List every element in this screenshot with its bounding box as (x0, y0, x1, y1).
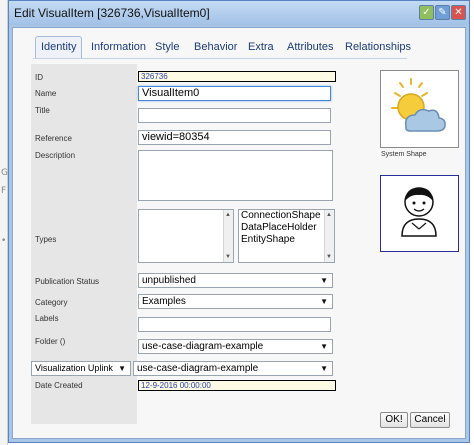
types-available-listbox[interactable]: ConnectionShape DataPlaceHolder EntitySh… (238, 209, 335, 263)
tab-identity[interactable]: Identity (35, 36, 83, 58)
tab-style[interactable]: Style (149, 36, 185, 58)
tab-attributes[interactable]: Attributes (281, 36, 339, 58)
avatar-preview[interactable] (380, 175, 459, 252)
visualization-uplink-select[interactable]: use-case-diagram-example ▼ (133, 361, 333, 376)
list-item[interactable]: DataPlaceHolder (239, 222, 334, 234)
edit-visualitem-dialog: Edit VisualItem [326736,VisualItem0] ✓ ✎… (8, 0, 470, 443)
list-item[interactable]: ConnectionShape (239, 210, 334, 222)
folder-value: use-case-diagram-example (142, 341, 264, 352)
description-label: Description (35, 151, 76, 160)
folder-label: Folder () (35, 337, 66, 346)
user-avatar-icon (401, 187, 437, 237)
publication-status-value: unpublished (142, 275, 196, 286)
date-created-label: Date Created (35, 381, 83, 390)
chevron-down-icon: ▼ (118, 364, 126, 373)
scrollbar[interactable]: ▲ ▼ (223, 210, 233, 262)
publication-status-select[interactable]: unpublished ▼ (138, 273, 333, 288)
pin-button[interactable]: ✎ (435, 5, 450, 20)
chevron-down-icon: ▼ (320, 364, 328, 373)
id-label: ID (35, 73, 43, 82)
tab-extra[interactable]: Extra (242, 36, 280, 58)
name-label: Name (35, 89, 57, 98)
labels-input[interactable] (138, 317, 331, 332)
tab-information[interactable]: Information (85, 36, 152, 58)
category-value: Examples (142, 296, 186, 307)
reference-input[interactable]: viewid=80354 (138, 130, 331, 145)
chevron-down-icon: ▼ (320, 342, 328, 351)
name-input[interactable]: VisualItem0 (138, 86, 331, 101)
chevron-down-icon: ▼ (320, 276, 328, 285)
visualization-uplink-value: use-case-diagram-example (137, 363, 259, 374)
tab-relationships[interactable]: Relationships (339, 36, 417, 58)
chevron-down-icon: ▼ (320, 297, 328, 306)
uplink-type-select[interactable]: Visualization Uplink ▼ (31, 361, 131, 376)
description-textarea[interactable] (138, 150, 333, 201)
ok-button[interactable]: OK! (380, 412, 408, 428)
id-value: 326736 (138, 71, 336, 82)
background-page-edge: G F • (0, 0, 8, 445)
title-label: Title (35, 106, 50, 115)
title-bar[interactable]: Edit VisualItem [326736,VisualItem0] ✓ ✎… (9, 1, 469, 25)
list-item[interactable]: EntityShape (239, 234, 334, 246)
dialog-body: Identity Information Style Behavior Extr… (12, 27, 466, 439)
category-select[interactable]: Examples ▼ (138, 294, 333, 309)
publication-status-label: Publication Status (35, 277, 100, 286)
cancel-button[interactable]: Cancel (410, 412, 450, 428)
preview-caption: System Shape (381, 151, 427, 158)
reference-label: Reference (35, 134, 72, 143)
scrollbar[interactable]: ▲ ▼ (324, 210, 334, 262)
labels-label: Labels (35, 314, 59, 323)
tab-behavior[interactable]: Behavior (188, 36, 243, 58)
title-input[interactable] (138, 108, 331, 123)
minimize-button[interactable]: ✓ (419, 5, 434, 20)
close-button[interactable]: ✕ (451, 5, 466, 20)
types-selected-listbox[interactable]: ▲ ▼ (138, 209, 234, 263)
shape-preview[interactable] (380, 70, 459, 148)
category-label: Category (35, 298, 68, 307)
tab-divider (33, 58, 407, 59)
uplink-type-value: Visualization Uplink (35, 363, 113, 373)
weather-sun-cloud-icon (391, 78, 446, 132)
folder-select[interactable]: use-case-diagram-example ▼ (138, 339, 333, 354)
window-title: Edit VisualItem [326736,VisualItem0] (14, 6, 210, 20)
date-created-value: 12-9-2016 00:00:00 (138, 380, 336, 391)
types-label: Types (35, 235, 57, 244)
